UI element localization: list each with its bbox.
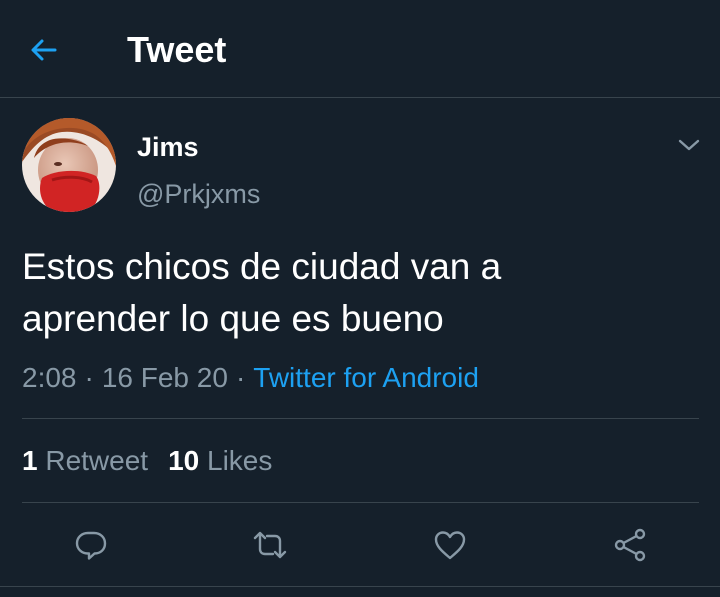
likes-count: 10 [168, 445, 200, 476]
tweet-stats: 1 Retweet 10 Likes [22, 443, 272, 479]
avatar[interactable] [22, 118, 116, 212]
tweet-time: 2:08 [22, 362, 77, 393]
divider [22, 502, 699, 503]
retweets-count: 1 [22, 445, 38, 476]
page-title: Tweet [127, 29, 227, 70]
meta-separator: · [235, 362, 246, 393]
divider [22, 418, 699, 419]
back-button[interactable] [22, 28, 66, 72]
author-handle[interactable]: @Prkjxms [137, 178, 260, 210]
like-icon [434, 531, 466, 560]
more-options-button[interactable] [672, 130, 706, 160]
like-button[interactable] [428, 523, 472, 567]
retweets-label: Retweet [45, 445, 149, 476]
avatar-photo [22, 118, 116, 212]
share-button[interactable] [608, 523, 652, 567]
retweets-stat[interactable]: 1 Retweet [22, 445, 148, 476]
top-bar: Tweet [0, 0, 720, 98]
chevron-down-icon [678, 139, 700, 151]
tweet-actions [0, 515, 720, 575]
author-name[interactable]: Jims [137, 131, 199, 163]
likes-label: Likes [207, 445, 273, 476]
tweet-meta: 2:08 · 16 Feb 20 · Twitter for Android [22, 360, 479, 396]
share-icon [614, 528, 646, 562]
likes-stat[interactable]: 10 Likes [168, 445, 272, 476]
reply-button[interactable] [69, 523, 113, 567]
tweet-source-link[interactable]: Twitter for Android [253, 362, 479, 393]
tweet-date: 16 Feb 20 [101, 362, 228, 393]
arrow-left-icon [31, 39, 57, 61]
divider [0, 586, 720, 587]
reply-icon [75, 531, 107, 560]
retweet-icon [253, 531, 287, 559]
meta-separator: · [84, 362, 94, 393]
retweet-button[interactable] [248, 523, 292, 567]
tweet-text: Estos chicos de ciudad van a aprender lo… [22, 246, 502, 339]
